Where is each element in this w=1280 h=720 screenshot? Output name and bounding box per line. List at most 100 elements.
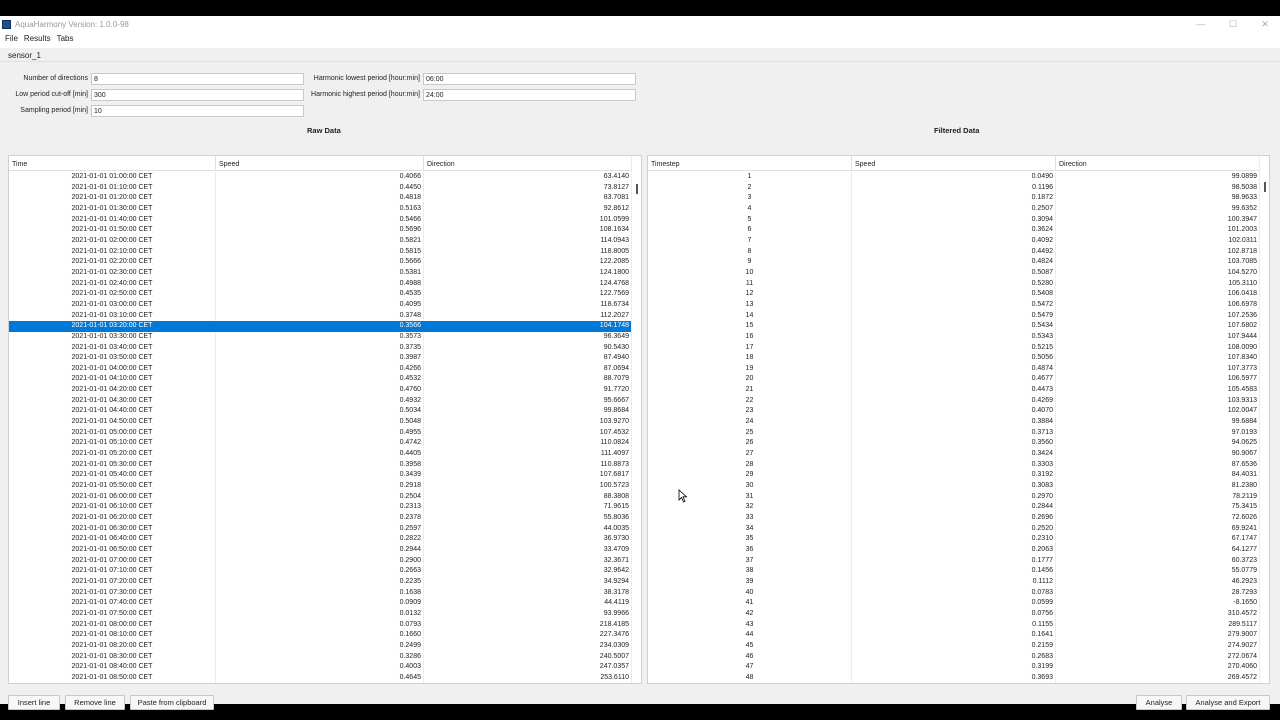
filtered-cell[interactable]: 0.3094 xyxy=(852,214,1056,226)
raw-table-row[interactable]: 2021-01-01 05:50:00 CET 0.2918 100.5723 xyxy=(9,481,632,492)
minimize-button[interactable]: — xyxy=(1196,19,1206,29)
filtered-cell[interactable]: 310.4572 xyxy=(1056,608,1260,620)
filtered-cell[interactable]: 0.2520 xyxy=(852,523,1056,535)
filtered-cell[interactable]: 2 xyxy=(648,182,852,194)
filtered-cell[interactable]: 55.0779 xyxy=(1056,566,1260,577)
raw-cell[interactable]: 2021-01-01 05:10:00 CET xyxy=(9,438,216,450)
filtered-cell[interactable]: 0.2844 xyxy=(852,502,1056,513)
raw-cell[interactable]: 44.0035 xyxy=(424,523,632,535)
filtered-table-row[interactable]: 42 0.0756 310.4572 xyxy=(648,608,1260,620)
raw-cell[interactable]: 0.4535 xyxy=(216,289,424,300)
raw-cell[interactable]: 118.6734 xyxy=(424,299,632,311)
filtered-cell[interactable]: 0.5479 xyxy=(852,310,1056,322)
raw-cell[interactable]: 2021-01-01 03:20:00 CET xyxy=(9,321,216,332)
harmonic-lowest-input[interactable]: 06:00 xyxy=(423,72,636,85)
filtered-cell[interactable]: 60.3723 xyxy=(1056,555,1260,567)
filtered-cell[interactable]: 107.9444 xyxy=(1056,331,1260,343)
raw-cell[interactable]: 107.4532 xyxy=(424,427,632,439)
filtered-table-row[interactable]: 18 0.5056 107.8340 xyxy=(648,353,1260,364)
menu-tabs[interactable]: Tabs xyxy=(56,34,79,43)
filtered-cell[interactable]: 272.0674 xyxy=(1056,651,1260,663)
filtered-scroll-thumb[interactable] xyxy=(1264,182,1266,192)
raw-table-row[interactable]: 2021-01-01 01:40:00 CET 0.5466 101.0599 xyxy=(9,214,632,226)
raw-table-row[interactable]: 2021-01-01 02:30:00 CET 0.5381 124.1800 xyxy=(9,267,632,279)
filtered-cell[interactable]: 34 xyxy=(648,523,852,535)
filtered-cell[interactable]: 47 xyxy=(648,662,852,673)
raw-cell[interactable]: 253.6110 xyxy=(424,672,632,683)
raw-cell[interactable]: 32.9642 xyxy=(424,566,632,577)
filtered-cell[interactable]: 0.3199 xyxy=(852,662,1056,673)
filtered-cell[interactable]: 107.3773 xyxy=(1056,363,1260,375)
raw-cell[interactable]: 2021-01-01 01:50:00 CET xyxy=(9,225,216,236)
raw-cell[interactable]: 0.1660 xyxy=(216,630,424,641)
raw-cell[interactable]: 99.8684 xyxy=(424,406,632,418)
raw-cell[interactable]: 0.4955 xyxy=(216,427,424,439)
filtered-cell[interactable]: 39 xyxy=(648,576,852,588)
raw-col-time[interactable]: Time xyxy=(9,156,216,170)
raw-cell[interactable]: 2021-01-01 04:30:00 CET xyxy=(9,395,216,407)
filtered-cell[interactable]: 269.4572 xyxy=(1056,672,1260,683)
raw-table-row[interactable]: 2021-01-01 06:00:00 CET 0.2504 88.3808 xyxy=(9,491,632,503)
raw-table-row[interactable]: 2021-01-01 05:30:00 CET 0.3958 110.8873 xyxy=(9,459,632,471)
raw-cell[interactable]: 63.4140 xyxy=(424,172,632,183)
filtered-cell[interactable]: 99.6352 xyxy=(1056,203,1260,215)
raw-table-row[interactable]: 2021-01-01 06:20:00 CET 0.2378 55.8036 xyxy=(9,513,632,524)
raw-table-row[interactable]: 2021-01-01 08:40:00 CET 0.4003 247.0357 xyxy=(9,662,632,673)
filtered-cell[interactable]: 0.3713 xyxy=(852,427,1056,439)
raw-cell[interactable]: 0.3573 xyxy=(216,331,424,343)
raw-table-row[interactable]: 2021-01-01 04:30:00 CET 0.4932 95.6667 xyxy=(9,395,632,407)
raw-cell[interactable]: 0.4405 xyxy=(216,449,424,460)
raw-cell[interactable]: 227.3476 xyxy=(424,630,632,641)
paste-clipboard-button[interactable]: Paste from clipboard xyxy=(130,695,214,710)
raw-cell[interactable]: 0.3987 xyxy=(216,353,424,364)
filtered-cell[interactable]: 87.6536 xyxy=(1056,459,1260,471)
filtered-cell[interactable]: 8 xyxy=(648,246,852,258)
filtered-cell[interactable]: 0.1641 xyxy=(852,630,1056,641)
raw-cell[interactable]: 2021-01-01 08:40:00 CET xyxy=(9,662,216,673)
raw-cell[interactable]: 0.4532 xyxy=(216,374,424,386)
filtered-cell[interactable]: 20 xyxy=(648,374,852,386)
raw-cell[interactable]: 2021-01-01 03:00:00 CET xyxy=(9,299,216,311)
raw-cell[interactable]: 96.3649 xyxy=(424,331,632,343)
filtered-cell[interactable]: 0.4874 xyxy=(852,363,1056,375)
raw-table-row[interactable]: 2021-01-01 07:20:00 CET 0.2235 34.9294 xyxy=(9,576,632,588)
filtered-table-row[interactable]: 35 0.2310 67.1747 xyxy=(648,534,1260,545)
filtered-cell[interactable]: 32 xyxy=(648,502,852,513)
analyse-export-button[interactable]: Analyse and Export xyxy=(1186,695,1270,710)
filtered-cell[interactable]: 0.0756 xyxy=(852,608,1056,620)
close-button[interactable]: ✕ xyxy=(1260,19,1270,30)
filtered-cell[interactable]: 7 xyxy=(648,235,852,247)
raw-table-row[interactable]: 2021-01-01 04:10:00 CET 0.4532 88.7079 xyxy=(9,374,632,386)
filtered-cell[interactable]: 105.3110 xyxy=(1056,278,1260,290)
filtered-cell[interactable]: 64.1277 xyxy=(1056,544,1260,556)
filtered-table-row[interactable]: 36 0.2063 64.1277 xyxy=(648,544,1260,556)
raw-cell[interactable]: 2021-01-01 07:40:00 CET xyxy=(9,598,216,609)
raw-cell[interactable]: 2021-01-01 03:40:00 CET xyxy=(9,342,216,354)
raw-cell[interactable]: 0.5666 xyxy=(216,257,424,268)
raw-table-row[interactable]: 2021-01-01 08:50:00 CET 0.4645 253.6110 xyxy=(9,672,632,683)
filtered-table-row[interactable]: 44 0.1641 279.9007 xyxy=(648,630,1260,641)
raw-cell[interactable]: 34.9294 xyxy=(424,576,632,588)
raw-cell[interactable]: 104.1748 xyxy=(424,321,632,332)
filtered-table-row[interactable]: 40 0.0783 28.7293 xyxy=(648,587,1260,599)
filtered-cell[interactable]: 21 xyxy=(648,385,852,396)
filtered-cell[interactable]: 289.5117 xyxy=(1056,619,1260,631)
raw-cell[interactable]: 2021-01-01 04:00:00 CET xyxy=(9,363,216,375)
raw-table-row[interactable]: 2021-01-01 03:50:00 CET 0.3987 87.4940 xyxy=(9,353,632,364)
menu-results[interactable]: Results xyxy=(23,34,56,43)
raw-cell[interactable]: 71.9615 xyxy=(424,502,632,513)
filtered-cell[interactable]: 37 xyxy=(648,555,852,567)
filtered-cell[interactable]: 102.8718 xyxy=(1056,246,1260,258)
filtered-cell[interactable]: 0.4269 xyxy=(852,395,1056,407)
filtered-cell[interactable]: 44 xyxy=(648,630,852,641)
raw-cell[interactable]: 2021-01-01 02:40:00 CET xyxy=(9,278,216,290)
filtered-cell[interactable]: 279.9007 xyxy=(1056,630,1260,641)
filtered-cell[interactable]: 0.2696 xyxy=(852,513,1056,524)
filtered-cell[interactable]: 72.6026 xyxy=(1056,513,1260,524)
raw-table-row[interactable]: 2021-01-01 08:00:00 CET 0.0793 218.4185 xyxy=(9,619,632,631)
raw-table-row[interactable]: 2021-01-01 03:20:00 CET 0.3566 104.1748 xyxy=(9,321,632,332)
filtered-cell[interactable]: 0.3884 xyxy=(852,417,1056,428)
raw-cell[interactable]: 2021-01-01 07:00:00 CET xyxy=(9,555,216,567)
raw-cell[interactable]: 2021-01-01 07:20:00 CET xyxy=(9,576,216,588)
filtered-cell[interactable]: 0.1196 xyxy=(852,182,1056,194)
